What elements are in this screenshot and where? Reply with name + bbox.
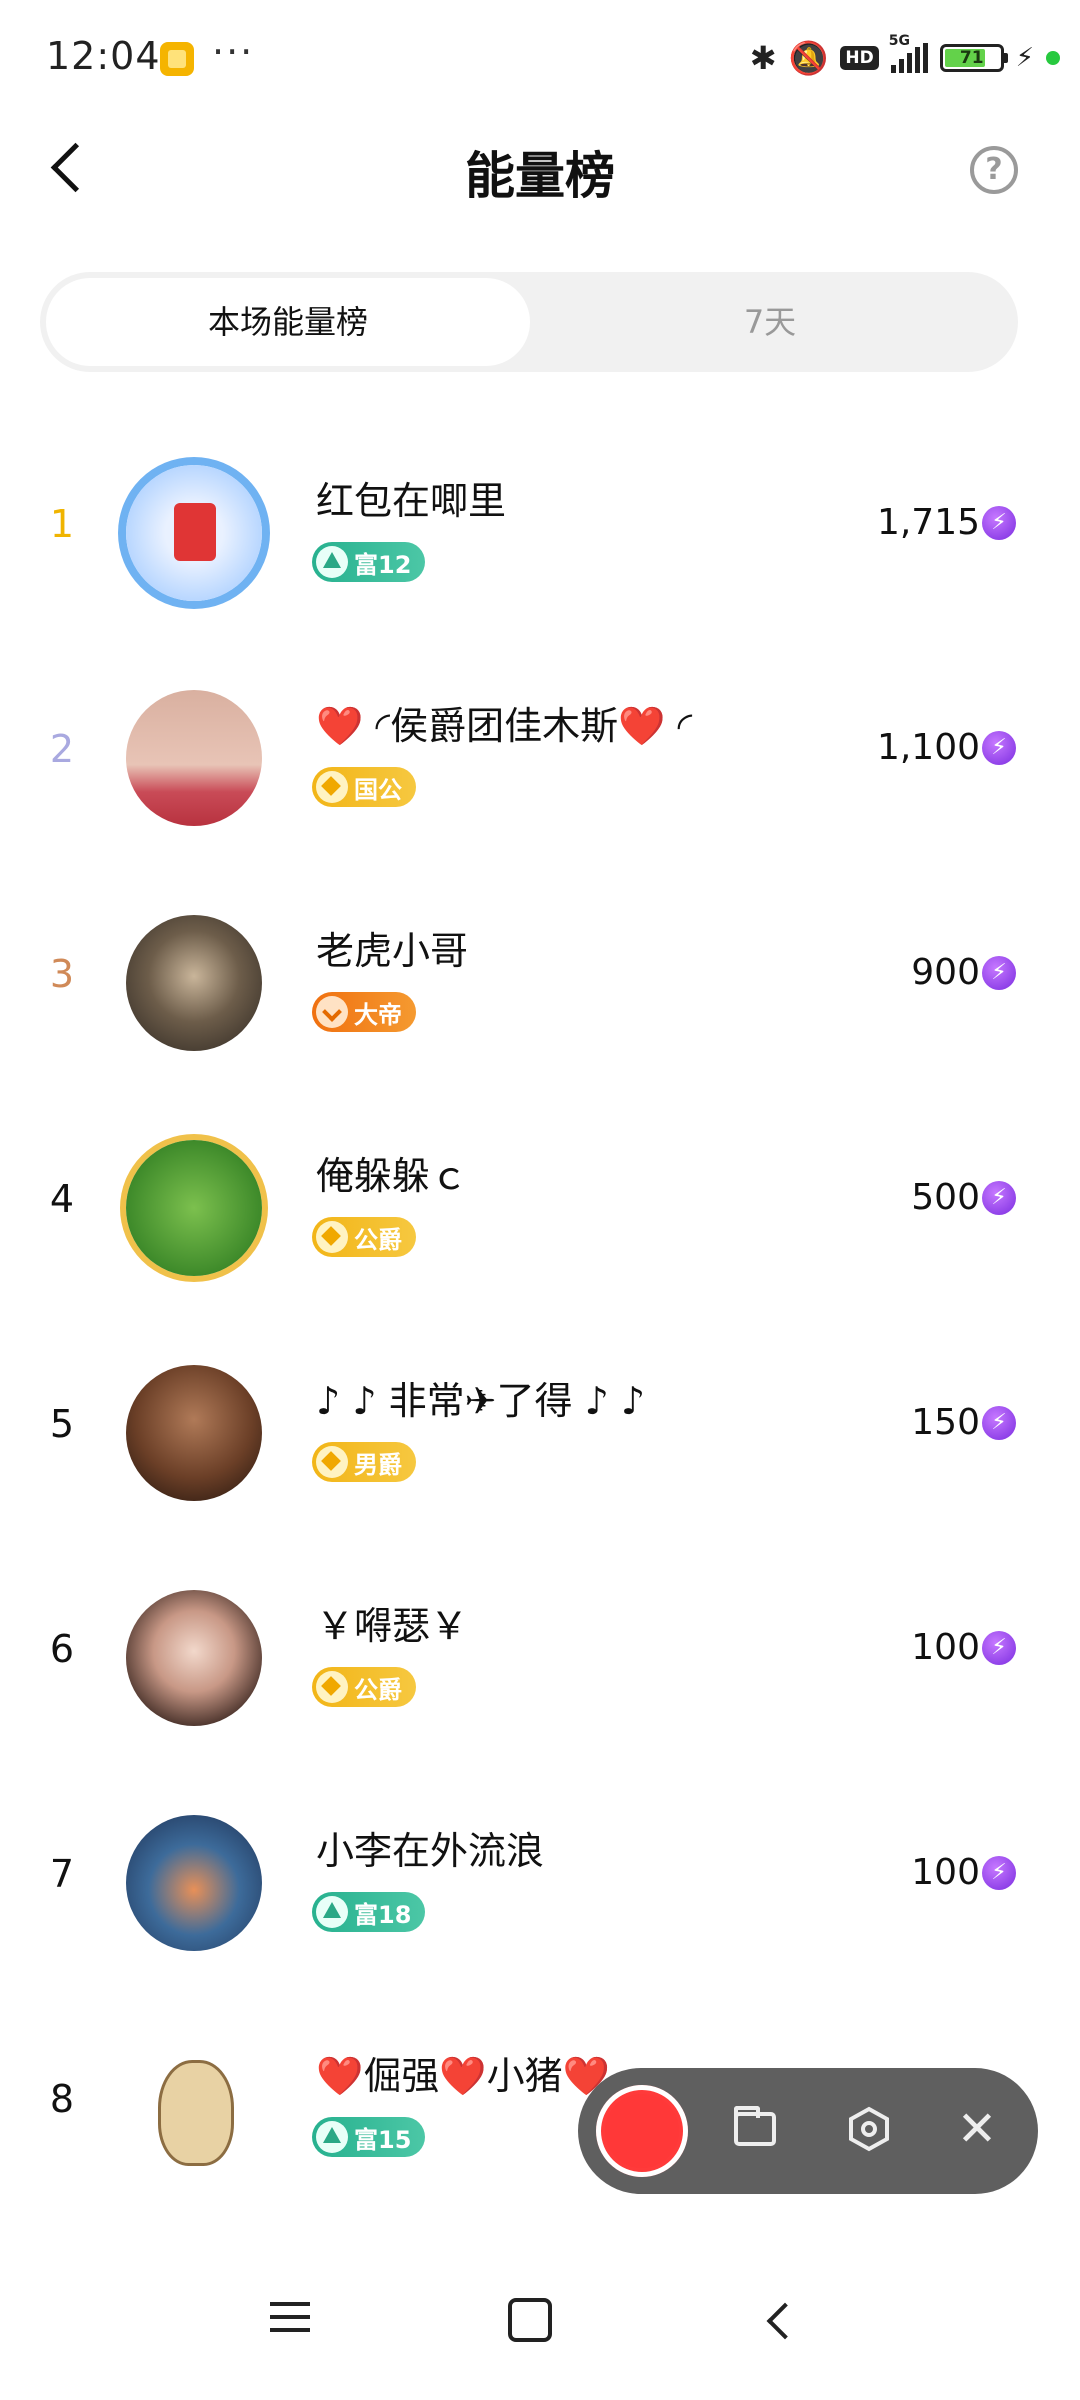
avatar[interactable] xyxy=(126,1815,262,1951)
user-name: ￥嘚瑟￥ xyxy=(316,1604,469,1648)
level-icon xyxy=(316,2121,348,2153)
energy-icon: ⚡ xyxy=(982,1181,1016,1215)
mute-icon: 🔕 xyxy=(788,39,829,77)
rank-number: 1 xyxy=(49,502,75,546)
energy-score: 100 xyxy=(911,1627,980,1668)
help-icon[interactable]: ? xyxy=(970,146,1018,194)
avatar[interactable] xyxy=(126,1365,262,1501)
avatar[interactable] xyxy=(126,465,262,601)
user-name: 老虎小哥 xyxy=(316,929,469,973)
level-icon xyxy=(316,1671,348,1703)
energy-icon: ⚡ xyxy=(982,1856,1016,1890)
leaderboard-row[interactable]: 7 小李在外流浪 富18 100 ⚡ xyxy=(0,1760,1080,1986)
notes-app-icon xyxy=(160,42,194,76)
user-name: ❤️ ◜侯爵团佳木斯❤️ ◜ xyxy=(316,704,693,748)
leaderboard-row[interactable]: 5 ♪ ♪ 非常✈了得 ♪ ♪ 男爵 150 ⚡ xyxy=(0,1310,1080,1536)
privacy-indicator-icon xyxy=(1046,51,1060,65)
tab-7-days[interactable]: 7天 xyxy=(528,278,1012,366)
rank-number: 5 xyxy=(49,1402,75,1446)
back-icon[interactable] xyxy=(760,2300,800,2340)
energy-score: 500 xyxy=(911,1177,980,1218)
avatar[interactable] xyxy=(126,690,262,826)
user-name: 俺躲躲ｃ xyxy=(316,1154,469,1198)
settings-hex-icon[interactable] xyxy=(846,2106,892,2152)
level-badge: 国公 xyxy=(312,767,416,807)
level-badge: 男爵 xyxy=(312,1442,416,1482)
avatar[interactable] xyxy=(126,1590,262,1726)
status-icons: ✱ 🔕 HD 5G 71 ⚡ xyxy=(749,33,1060,80)
level-icon xyxy=(316,996,348,1028)
level-badge: 富15 xyxy=(312,2117,426,2157)
page-title: 能量榜 xyxy=(465,147,615,205)
leaderboard-row[interactable]: 4 俺躲躲ｃ 公爵 500 ⚡ xyxy=(0,1085,1080,1311)
level-badge: 富18 xyxy=(312,1892,426,1932)
energy-score: 100 xyxy=(911,1852,980,1893)
level-icon xyxy=(316,1446,348,1478)
level-badge: 公爵 xyxy=(312,1217,416,1257)
energy-score: 900 xyxy=(911,952,980,993)
tab-current-session[interactable]: 本场能量榜 xyxy=(46,278,530,366)
rank-number: 8 xyxy=(49,2077,75,2121)
user-name: 小李在外流浪 xyxy=(316,1829,545,1873)
signal-icon: 5G xyxy=(889,33,928,73)
rank-number: 3 xyxy=(49,952,75,996)
energy-icon: ⚡ xyxy=(982,731,1016,765)
rank-number: 2 xyxy=(49,727,75,771)
tab-bar: 本场能量榜 7天 xyxy=(40,272,1018,372)
level-badge: 公爵 xyxy=(312,1667,416,1707)
energy-icon: ⚡ xyxy=(982,956,1016,990)
user-name: 红包在唧里 xyxy=(316,479,507,523)
leaderboard-row[interactable]: 3 老虎小哥 大帝 900 ⚡ xyxy=(0,860,1080,1086)
energy-score: 1,715 xyxy=(876,502,980,543)
bluetooth-icon: ✱ xyxy=(749,39,777,77)
level-icon xyxy=(316,1221,348,1253)
more-notifications-icon: ··· xyxy=(212,30,255,74)
battery-icon: 71 xyxy=(939,44,1008,72)
avatar[interactable] xyxy=(126,1140,262,1276)
leaderboard-row[interactable]: 2 ❤️ ◜侯爵团佳木斯❤️ ◜ 国公 1,100 ⚡ xyxy=(0,635,1080,861)
level-icon xyxy=(316,1896,348,1928)
level-icon xyxy=(316,546,348,578)
screen-record-bar: ✕ xyxy=(578,2068,1038,2194)
charging-icon: ⚡ xyxy=(1015,43,1034,73)
energy-icon: ⚡ xyxy=(982,506,1016,540)
home-icon[interactable] xyxy=(508,2298,552,2342)
avatar[interactable] xyxy=(126,915,262,1051)
energy-score: 150 xyxy=(911,1402,980,1443)
user-name: ❤️倔强❤️小猪❤️ xyxy=(316,2054,610,2098)
rank-number: 4 xyxy=(49,1177,75,1221)
energy-icon: ⚡ xyxy=(982,1631,1016,1665)
energy-icon: ⚡ xyxy=(982,1406,1016,1440)
leaderboard-row[interactable]: 6 ￥嘚瑟￥ 公爵 100 ⚡ xyxy=(0,1535,1080,1761)
battery-level: 71 xyxy=(959,48,984,68)
energy-score: 1,100 xyxy=(876,727,980,768)
leaderboard-row[interactable]: 1 红包在唧里 富12 1,715 ⚡ xyxy=(0,410,1080,636)
status-bar: 12:04 ··· ✱ 🔕 HD 5G 71 ⚡ xyxy=(0,0,1080,120)
folder-icon[interactable] xyxy=(734,2106,776,2146)
network-type: 5G xyxy=(888,33,910,49)
rank-number: 6 xyxy=(49,1627,75,1671)
menu-icon[interactable] xyxy=(270,2302,310,2334)
avatar[interactable] xyxy=(126,2040,262,2176)
user-name: ♪ ♪ 非常✈了得 ♪ ♪ xyxy=(316,1379,646,1423)
close-icon[interactable]: ✕ xyxy=(952,2104,1002,2154)
level-badge: 大帝 xyxy=(312,992,416,1032)
system-nav-bar xyxy=(0,2250,1080,2400)
hd-icon: HD xyxy=(840,46,879,70)
status-time: 12:04 xyxy=(46,34,161,78)
rank-number: 7 xyxy=(49,1852,75,1896)
level-icon xyxy=(316,771,348,803)
record-icon[interactable] xyxy=(596,2085,688,2177)
level-badge: 富12 xyxy=(312,542,426,582)
